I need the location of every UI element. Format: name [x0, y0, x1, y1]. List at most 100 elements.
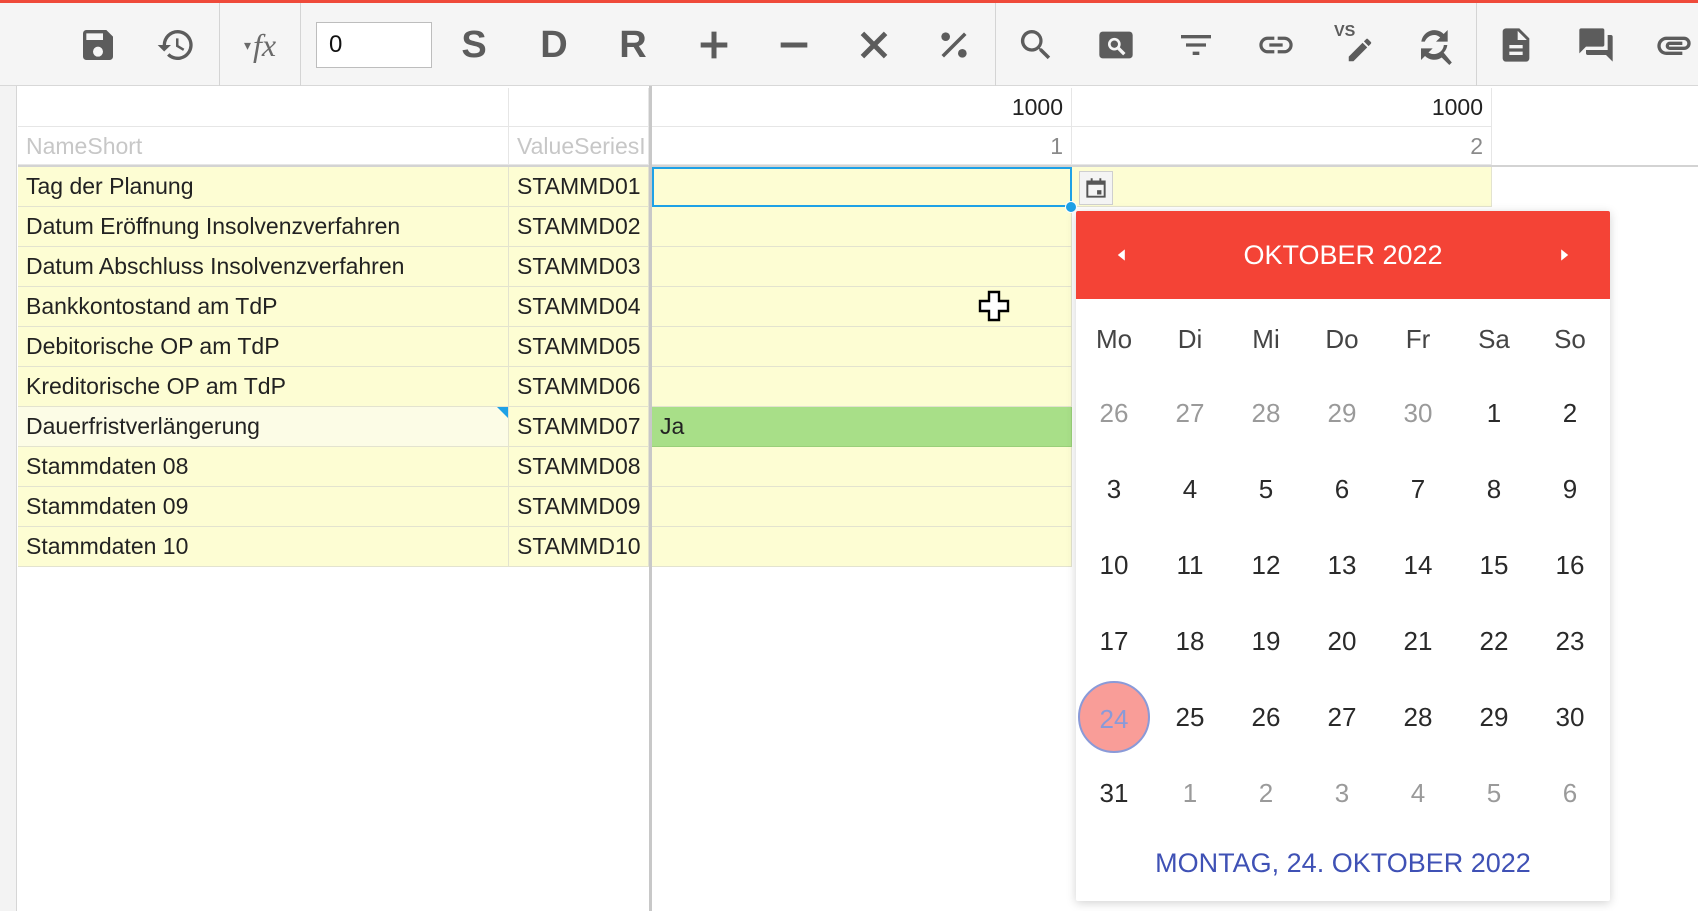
d-button[interactable]: D	[532, 23, 576, 67]
calendar-day[interactable]: 22	[1456, 603, 1532, 679]
calendar-day-selected[interactable]: 24	[1076, 679, 1152, 755]
calendar-day[interactable]: 20	[1304, 603, 1380, 679]
save-icon[interactable]	[76, 23, 120, 67]
attachment-icon[interactable]	[1652, 23, 1696, 67]
next-month-icon[interactable]	[1544, 235, 1584, 275]
row-code-cell[interactable]: STAMMD09	[509, 487, 649, 527]
minus-icon[interactable]	[772, 23, 816, 67]
plus-icon[interactable]	[692, 23, 736, 67]
calendar-day[interactable]: 31	[1076, 755, 1152, 831]
restore-history-icon[interactable]	[154, 23, 198, 67]
previous-month-icon[interactable]	[1102, 235, 1142, 275]
calendar-day[interactable]: 21	[1380, 603, 1456, 679]
row-name-cell[interactable]: Stammdaten 09	[18, 487, 509, 527]
search-icon[interactable]	[1014, 23, 1058, 67]
calendar-day[interactable]: 11	[1152, 527, 1228, 603]
calendar-day[interactable]: 16	[1532, 527, 1608, 603]
row-name-cell[interactable]: Bankkontostand am TdP	[18, 287, 509, 327]
row-value-cell[interactable]	[1072, 167, 1492, 207]
row-code-cell[interactable]: STAMMD10	[509, 527, 649, 567]
row-value-cell[interactable]	[652, 207, 1072, 247]
number-input[interactable]	[316, 22, 432, 68]
calendar-day[interactable]: 27	[1152, 375, 1228, 451]
row-code-cell[interactable]: STAMMD07	[509, 407, 649, 447]
calendar-day[interactable]: 23	[1532, 603, 1608, 679]
row-code-cell[interactable]: STAMMD03	[509, 247, 649, 287]
calendar-day[interactable]: 9	[1532, 451, 1608, 527]
calendar-day[interactable]: 2	[1228, 755, 1304, 831]
calendar-day[interactable]: 4	[1380, 755, 1456, 831]
row-name-cell[interactable]: Debitorische OP am TdP	[18, 327, 509, 367]
comment-icon[interactable]	[1574, 23, 1618, 67]
calendar-day[interactable]: 29	[1304, 375, 1380, 451]
calendar-day[interactable]: 2	[1532, 375, 1608, 451]
vs-edit-icon[interactable]: VS	[1334, 23, 1378, 67]
selected-date-footer[interactable]: MONTAG, 24. OKTOBER 2022	[1076, 843, 1610, 883]
calendar-day[interactable]: 18	[1152, 603, 1228, 679]
row-header-bar	[0, 86, 17, 911]
calendar-day[interactable]: 14	[1380, 527, 1456, 603]
row-code-cell[interactable]: STAMMD05	[509, 327, 649, 367]
row-value-cell[interactable]	[652, 367, 1072, 407]
calendar-day[interactable]: 28	[1228, 375, 1304, 451]
row-value-cell[interactable]	[652, 247, 1072, 287]
row-name-cell[interactable]: Tag der Planung	[18, 167, 509, 207]
refresh-search-icon[interactable]	[1414, 23, 1458, 67]
calendar-day[interactable]: 3	[1304, 755, 1380, 831]
calendar-day[interactable]: 6	[1304, 451, 1380, 527]
frozen-column-divider[interactable]	[649, 86, 652, 911]
calendar-day[interactable]: 30	[1380, 375, 1456, 451]
calendar-day[interactable]: 1	[1152, 755, 1228, 831]
r-button[interactable]: R	[611, 23, 655, 67]
row-value-cell[interactable]	[652, 487, 1072, 527]
row-value-cell[interactable]	[652, 327, 1072, 367]
row-code-cell[interactable]: STAMMD04	[509, 287, 649, 327]
calendar-day[interactable]: 8	[1456, 451, 1532, 527]
calendar-day[interactable]: 1	[1456, 375, 1532, 451]
row-value-cell-selected[interactable]	[652, 167, 1072, 207]
calendar-day[interactable]: 17	[1076, 603, 1152, 679]
calendar-day[interactable]: 5	[1228, 451, 1304, 527]
row-code-cell[interactable]: STAMMD02	[509, 207, 649, 247]
row-code-cell[interactable]: STAMMD01	[509, 167, 649, 207]
calendar-day[interactable]: 30	[1532, 679, 1608, 755]
calendar-day[interactable]: 15	[1456, 527, 1532, 603]
calendar-day[interactable]: 28	[1380, 679, 1456, 755]
row-value-cell[interactable]	[652, 527, 1072, 567]
row-value-cell-ja[interactable]: Ja	[652, 407, 1072, 447]
sum-s-button[interactable]: S	[452, 23, 496, 67]
calendar-day[interactable]: 3	[1076, 451, 1152, 527]
row-code-cell[interactable]: STAMMD08	[509, 447, 649, 487]
calendar-day[interactable]: 19	[1228, 603, 1304, 679]
comment-indicator	[497, 407, 508, 418]
row-name-cell[interactable]: Dauerfristverlängerung	[18, 407, 509, 447]
row-name-cell[interactable]: Stammdaten 10	[18, 527, 509, 567]
function-fx-button[interactable]: ▾ fx	[234, 23, 286, 67]
calendar-day[interactable]: 12	[1228, 527, 1304, 603]
calendar-day[interactable]: 26	[1076, 375, 1152, 451]
date-picker-popup[interactable]: OKTOBER 2022 Mo Di Mi Do Fr Sa So 26 27 …	[1076, 211, 1610, 901]
row-name-cell[interactable]: Kreditorische OP am TdP	[18, 367, 509, 407]
row-name-cell[interactable]: Datum Eröffnung Insolvenzverfahren	[18, 207, 509, 247]
calendar-day[interactable]: 25	[1152, 679, 1228, 755]
calendar-day[interactable]: 5	[1456, 755, 1532, 831]
image-search-icon[interactable]	[1094, 23, 1138, 67]
document-icon[interactable]	[1494, 23, 1538, 67]
calendar-day[interactable]: 13	[1304, 527, 1380, 603]
filter-icon[interactable]	[1174, 23, 1218, 67]
row-code-cell[interactable]: STAMMD06	[509, 367, 649, 407]
calendar-icon[interactable]	[1079, 171, 1113, 205]
row-value-cell[interactable]	[652, 447, 1072, 487]
calendar-day[interactable]: 7	[1380, 451, 1456, 527]
calendar-day[interactable]: 6	[1532, 755, 1608, 831]
multiply-icon[interactable]	[852, 23, 896, 67]
calendar-day[interactable]: 27	[1304, 679, 1380, 755]
row-name-cell[interactable]: Datum Abschluss Insolvenzverfahren	[18, 247, 509, 287]
calendar-day[interactable]: 10	[1076, 527, 1152, 603]
calendar-day[interactable]: 4	[1152, 451, 1228, 527]
calendar-day[interactable]: 29	[1456, 679, 1532, 755]
link-icon[interactable]	[1254, 23, 1298, 67]
row-name-cell[interactable]: Stammdaten 08	[18, 447, 509, 487]
calendar-day[interactable]: 26	[1228, 679, 1304, 755]
percent-icon[interactable]	[932, 23, 976, 67]
